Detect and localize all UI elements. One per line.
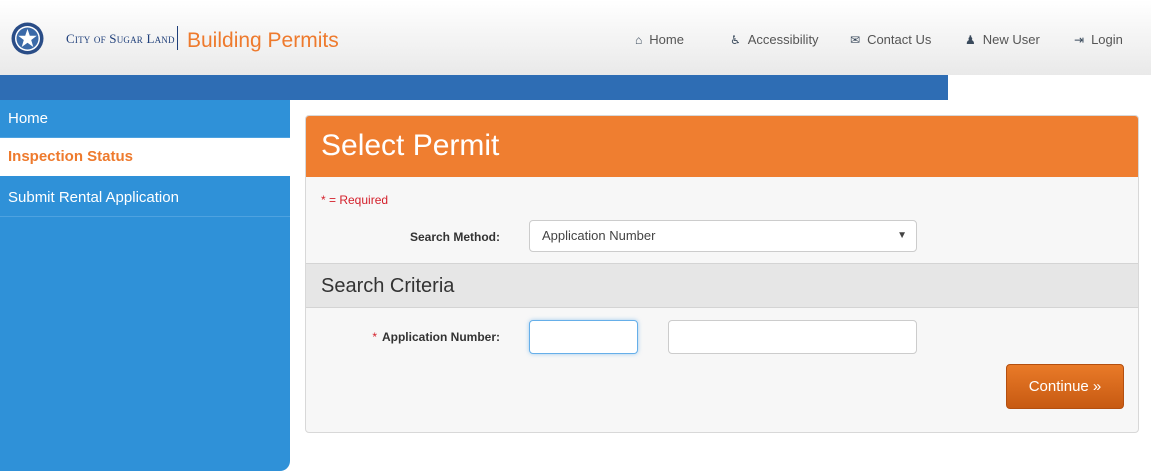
search-method-select[interactable]: Application Number ▼: [529, 220, 917, 252]
envelope-icon: ✉: [850, 33, 861, 47]
nav-accessibility-label: Accessibility: [747, 32, 819, 47]
chevron-down-icon: ▼: [897, 230, 907, 241]
nav-contact-label: Contact Us: [867, 32, 932, 47]
application-number-input-1[interactable]: [529, 320, 638, 354]
application-number-input-2[interactable]: [668, 320, 917, 354]
city-seal-logo[interactable]: [11, 22, 44, 55]
sidebar: Home Inspection Status Submit Rental App…: [0, 100, 290, 471]
select-permit-panel: Select Permit * = Required Search Method…: [305, 115, 1139, 433]
search-method-value: Application Number: [542, 228, 656, 243]
panel-title: Select Permit: [321, 129, 500, 162]
app-title[interactable]: Building Permits: [187, 29, 339, 53]
home-icon: ⌂: [635, 33, 643, 47]
search-method-label: Search Method:: [409, 230, 500, 244]
header-band: [0, 75, 948, 100]
nav-new-user-label: New User: [982, 32, 1040, 47]
nav-contact-link[interactable]: ✉ Contact Us: [850, 32, 931, 47]
city-brand[interactable]: City of Sugar Land: [66, 31, 175, 47]
required-note: * = Required: [321, 193, 389, 207]
sidebar-item-home[interactable]: Home: [0, 102, 290, 138]
nav-new-user-link[interactable]: ♟ New User: [965, 32, 1040, 47]
application-number-label: * Application Number:: [336, 330, 500, 344]
nav-login-label: Login: [1091, 32, 1123, 47]
required-marker: *: [372, 330, 378, 344]
site-header: City of Sugar Land Building Permits ⌂ Hom…: [0, 0, 1151, 75]
user-icon: ♟: [965, 33, 976, 47]
application-number-label-text: Application Number:: [381, 330, 500, 344]
sidebar-item-submit-rental-application[interactable]: Submit Rental Application: [0, 179, 290, 217]
sidebar-item-inspection-status[interactable]: Inspection Status: [0, 138, 290, 176]
continue-button[interactable]: Continue »: [1006, 364, 1124, 409]
nav-home-label: Home: [649, 32, 684, 47]
search-criteria-title: Search Criteria: [321, 275, 455, 297]
panel-header: Select Permit: [306, 116, 1138, 177]
nav-home-link[interactable]: ⌂ Home: [635, 32, 684, 47]
wheelchair-icon: ♿: [730, 33, 741, 47]
nav-accessibility-link[interactable]: ♿ Accessibility: [730, 32, 819, 47]
login-icon: ⇥: [1074, 33, 1085, 47]
search-criteria-header: Search Criteria: [306, 263, 1138, 308]
nav-login-link[interactable]: ⇥ Login: [1074, 32, 1123, 47]
brand-divider: [177, 26, 178, 50]
